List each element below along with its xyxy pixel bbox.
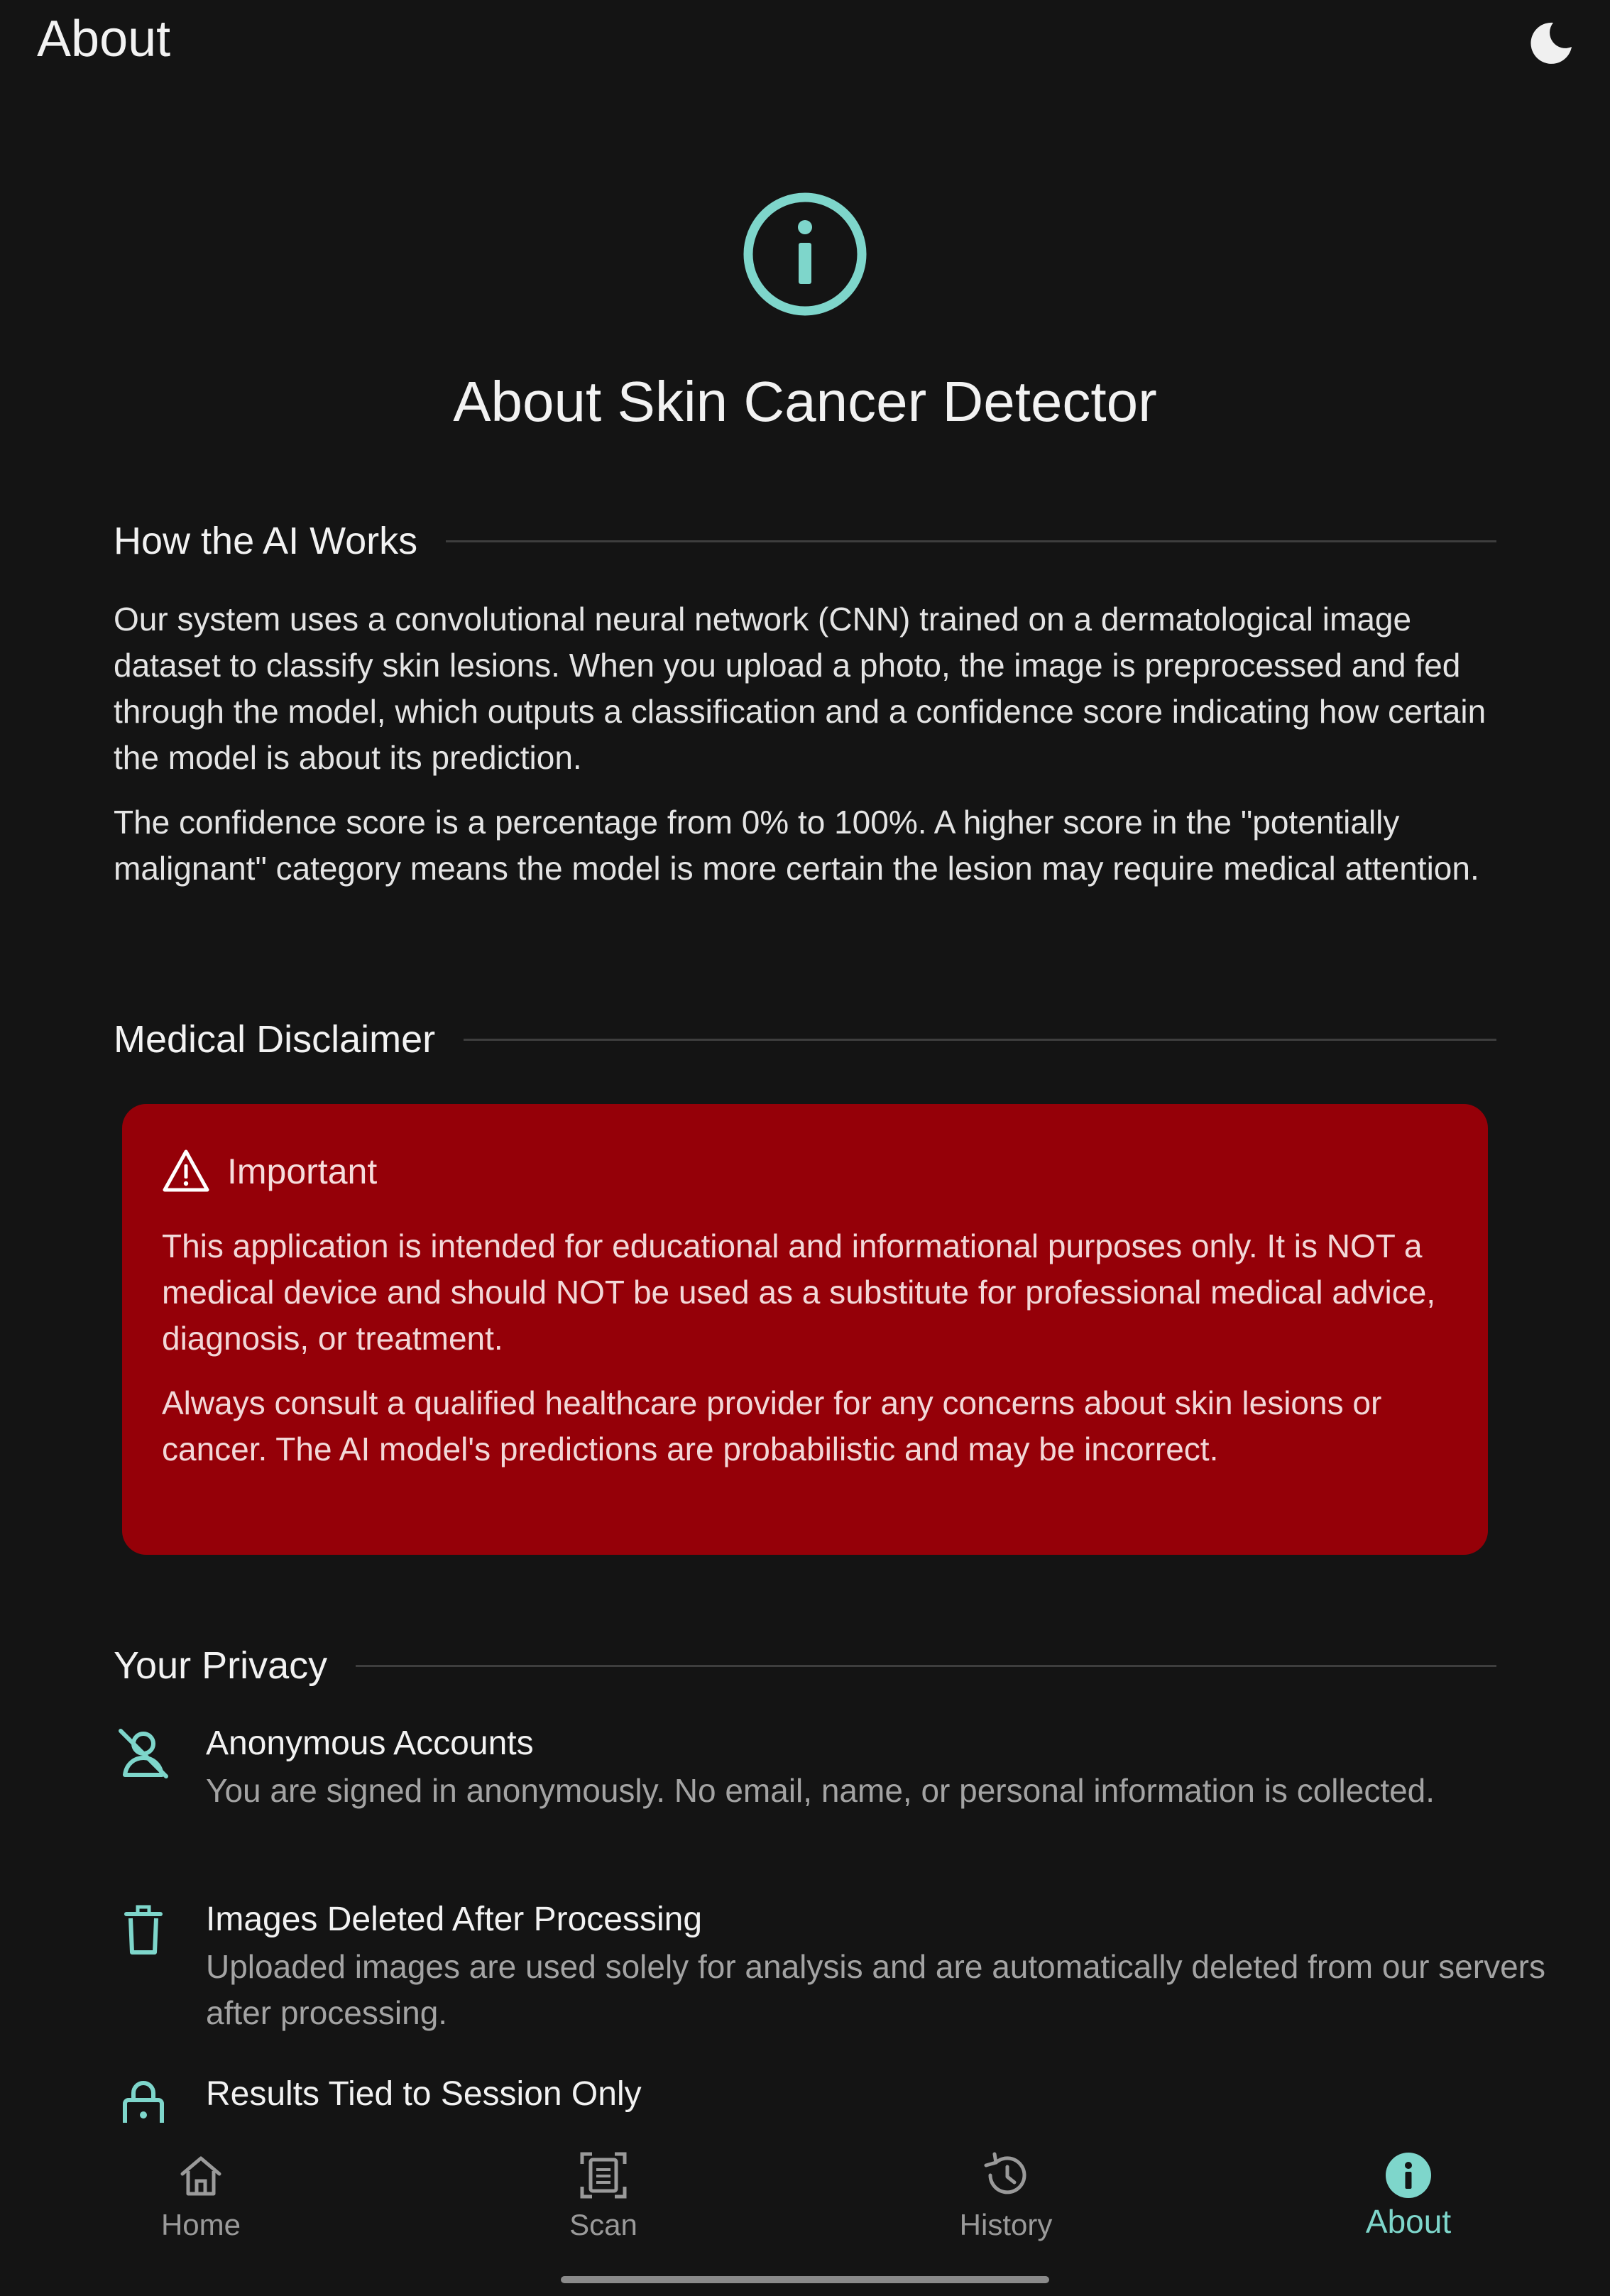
trash-icon — [124, 1905, 163, 1955]
app-bar: About — [0, 0, 1610, 92]
nav-about[interactable]: About — [1208, 2123, 1609, 2265]
nav-label: About — [1365, 2203, 1452, 2240]
privacy-item-title: Anonymous Accounts — [206, 1724, 534, 1762]
history-icon — [984, 2152, 1026, 2194]
info-icon — [1386, 2153, 1431, 2198]
nav-scan[interactable]: Scan — [402, 2123, 804, 2265]
confidence-score-paragraph: The confidence score is a percentage fro… — [114, 804, 1479, 887]
theme-toggle-button[interactable] — [1526, 18, 1576, 68]
privacy-item-title: Images Deleted After Processing — [206, 1901, 703, 1938]
section-divider — [446, 540, 1496, 542]
nav-label: Home — [160, 2208, 241, 2241]
privacy-header: Your Privacy — [114, 1637, 1496, 1694]
nav-label: History — [959, 2208, 1053, 2241]
privacy-item-description: You are signed in anonymously. No email,… — [206, 1772, 1435, 1809]
section-heading: Medical Disclaimer — [114, 1018, 436, 1061]
disclaimer-text: This application is intended for educati… — [162, 1228, 1436, 1357]
info-circle-icon — [743, 192, 867, 316]
nav-history[interactable]: History — [805, 2123, 1207, 2265]
about-title: About Skin Cancer Detector — [453, 370, 1157, 433]
moon-icon — [1530, 22, 1572, 64]
privacy-item-title: Results Tied to Session Only — [206, 2075, 642, 2113]
disclaimer-card-header: Important — [162, 1147, 1448, 1196]
bottom-navigation: Home Scan History About — [0, 2123, 1610, 2296]
home-icon — [180, 2156, 221, 2196]
how-ai-works-header: How the AI Works — [114, 513, 1496, 569]
nav-home[interactable]: Home — [0, 2123, 402, 2265]
ai-description-paragraph: Our system uses a convolutional neural n… — [114, 601, 1486, 776]
disclaimer-card-title: Important — [227, 1152, 378, 1191]
user-off-icon — [119, 1729, 168, 1778]
section-divider — [356, 1664, 1496, 1667]
nav-label: Scan — [569, 2208, 637, 2241]
medical-disclaimer-header: Medical Disclaimer — [114, 1011, 1496, 1068]
page-title: About — [37, 11, 171, 67]
disclaimer-card: Important This application is intended f… — [122, 1104, 1488, 1555]
privacy-item-description: Uploaded images are used solely for anal… — [206, 1948, 1545, 2031]
warning-triangle-icon — [163, 1149, 209, 1192]
section-heading: How the AI Works — [114, 520, 418, 562]
section-divider — [464, 1038, 1496, 1041]
scan-icon — [580, 2152, 627, 2199]
disclaimer-text: Always consult a qualified healthcare pr… — [162, 1384, 1382, 1467]
section-heading: Your Privacy — [114, 1644, 328, 1687]
home-indicator — [561, 2276, 1049, 2283]
